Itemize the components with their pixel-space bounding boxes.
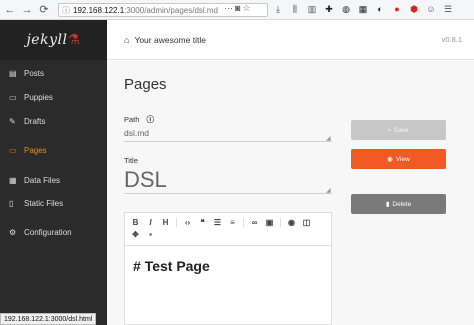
posts-icon: ▤ [9,68,17,78]
unordered-list-icon[interactable]: ☰ [213,218,222,227]
main-content: Pages Path ⓘ dsl.md ◢ Title DSL ◢ B I H … [107,61,474,325]
sidebar-item-data-files[interactable]: ▦ Data Files [0,170,107,190]
sidebar-item-label: Posts [24,68,45,78]
save-button[interactable]: ▪ Save [351,120,446,140]
sidebar-item-label: Pages [24,145,47,155]
info-icon[interactable]: ⓘ [147,115,155,124]
site-title[interactable]: Your awesome title [134,35,206,45]
trash-icon: ▮ [385,201,390,208]
status-bar: 192.168.122.1:3000/dsl.html [0,313,97,325]
site-info-icon[interactable]: ⓘ [62,5,70,16]
sidebar-item-label: Drafts [24,116,46,126]
puzzle-icon[interactable]: ✚ [323,3,335,15]
back-icon[interactable]: ← [3,3,17,17]
code-icon[interactable]: ‹› [183,218,192,227]
title-label: Title [124,156,138,165]
path-input[interactable]: dsl.md [124,128,149,138]
pocket-icon[interactable]: ◙ [235,3,240,14]
view-button[interactable]: ◉ View [351,149,446,169]
save-icon: ▪ [388,126,391,134]
edit-icon: ✎ [9,116,16,126]
eye-icon: ◉ [387,156,393,163]
adblock-icon[interactable]: ⬢ [408,3,420,15]
address-actions: ··· ◙ ☆ [224,3,251,14]
resize-handle-icon[interactable]: ◢ [326,135,331,142]
reload-icon[interactable]: ⟳ [37,3,51,17]
bookmark-star-icon[interactable]: ☆ [242,3,250,14]
gear-icon: ⚙ [9,227,17,237]
sidebar-item-puppies[interactable]: ▭ Puppies [0,87,107,107]
page-actions-icon[interactable]: ··· [224,3,233,14]
editor-toolbar: B I H ‹› ❝ ☰ ≡ ∞ ▣ ◉ ◫ ✥ ▪ [125,213,331,246]
sidebar-item-drafts[interactable]: ✎ Drafts [0,111,107,131]
preview-icon[interactable]: ◉ [287,218,296,227]
logo-area[interactable]: jekyll⚗ [0,20,107,60]
editor-content[interactable]: # Test Page [125,246,331,286]
separator [280,218,281,227]
sidebar-item-configuration[interactable]: ⚙ Configuration [0,222,107,242]
sidebar-icon[interactable]: ▥ [306,3,318,15]
side-by-side-icon[interactable]: ◫ [302,218,311,227]
title-underline [124,193,332,194]
title-input[interactable]: DSL [124,167,167,193]
grid-icon[interactable]: ▦ [357,3,369,15]
home-icon[interactable]: ⌂ [124,35,129,45]
sidebar-item-label: Puppies [24,92,53,102]
markdown-editor[interactable]: B I H ‹› ❝ ☰ ≡ ∞ ▣ ◉ ◫ ✥ ▪ # Test Page [124,212,332,325]
sidebar-item-pages[interactable]: ▭ Pages [0,140,107,160]
italic-icon[interactable]: I [146,218,155,227]
path-label: Path ⓘ [124,115,155,124]
site-header: ⌂ Your awesome title [107,20,474,60]
addon-icon-2[interactable]: ● [391,3,403,15]
folder-icon: ▭ [9,145,17,155]
sidebar-item-label: Static Files [24,198,64,208]
sidebar-item-posts[interactable]: ▤ Posts [0,63,107,83]
fullscreen-icon[interactable]: ✥ [131,230,140,239]
quote-icon[interactable]: ❝ [198,218,207,227]
sidebar-item-label: Data Files [24,175,61,185]
bold-icon[interactable]: B [131,218,140,227]
smile-icon[interactable]: ☺ [425,3,437,15]
forward-icon[interactable]: → [20,3,34,17]
heading-icon[interactable]: H [161,218,170,227]
save-icon[interactable]: ▪ [146,230,155,239]
resize-handle-icon[interactable]: ◢ [326,187,331,194]
image-icon[interactable]: ▣ [265,218,274,227]
table-icon: ▦ [9,175,17,185]
version-label: v0.8.1 [441,35,462,44]
ordered-list-icon[interactable]: ≡ [228,218,237,227]
sidebar-item-label: Configuration [24,227,72,237]
sidebar: jekyll⚗ ▤ Posts ▭ Puppies ✎ Drafts ▭ Pag… [0,20,107,325]
path-underline [124,141,332,142]
jekyll-logo: jekyll⚗ [26,32,81,48]
extension-toolbar: ⤓ ⫼ ▥ ✚ ◍ ▦ ◐ ● ⬢ ☺ ☰ [272,3,454,15]
mask-icon[interactable]: ◍ [340,3,352,15]
addon-icon[interactable]: ◐ [374,3,386,15]
separator [176,218,177,227]
file-icon: ▯ [9,198,14,208]
library-icon[interactable]: ⫼ [289,3,301,15]
page-title: Pages [124,76,167,93]
separator [243,218,244,227]
sidebar-item-static-files[interactable]: ▯ Static Files [0,193,107,213]
folder-icon: ▭ [9,92,17,102]
download-icon[interactable]: ⤓ [272,3,284,15]
link-icon[interactable]: ∞ [250,218,259,227]
menu-icon[interactable]: ☰ [442,3,454,15]
url-path: :3000/admin/pages/dsl.md [124,5,219,15]
url-host: 192.168.122.1 [73,5,125,15]
delete-button[interactable]: ▮ Delete [351,194,446,214]
